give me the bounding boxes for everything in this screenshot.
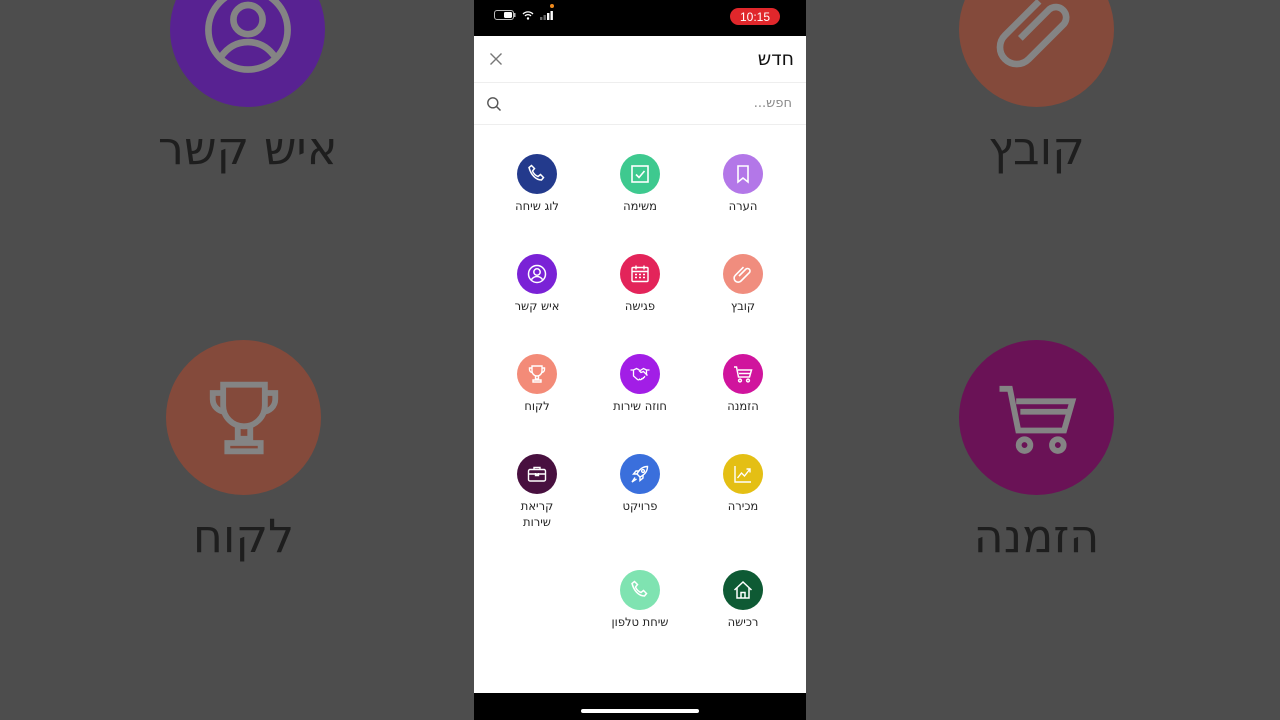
- house-icon: [723, 570, 763, 610]
- tile-label: פרויקט: [622, 499, 658, 513]
- background-customer-label: לקוח: [192, 509, 295, 563]
- trophy-icon: [517, 354, 557, 394]
- cart-icon: [723, 354, 763, 394]
- trophy-icon: [166, 340, 321, 495]
- background-contact-label: איש קשר: [158, 121, 338, 175]
- tile-label: לוג שיחה: [515, 199, 559, 213]
- checkbox-icon: [620, 154, 660, 194]
- handshake-icon: [620, 354, 660, 394]
- item-type-grid: הערה משימה לוג שיחה קובץ פגישה איש קשר ה…: [474, 36, 806, 693]
- calendar-icon: [620, 254, 660, 294]
- tile-service-contract[interactable]: חוזה שירות: [590, 354, 690, 414]
- tile-label: רכישה: [727, 615, 759, 629]
- privacy-indicator: [550, 4, 554, 8]
- battery-icon: [494, 10, 516, 20]
- status-bar: 10:15: [474, 0, 806, 36]
- phone-icon: [620, 570, 660, 610]
- tile-note[interactable]: הערה: [693, 154, 793, 214]
- tile-label: מכירה: [727, 499, 759, 513]
- bookmark-icon: [723, 154, 763, 194]
- tile-file[interactable]: קובץ: [693, 254, 793, 314]
- background-order-label: הזמנה: [973, 509, 1100, 563]
- paperclip-icon: [723, 254, 763, 294]
- tile-phone-call[interactable]: שיחת טלפון: [590, 570, 690, 630]
- tile-label: הזמנה: [727, 399, 759, 413]
- tile-label: פגישה: [624, 299, 656, 313]
- tile-order[interactable]: הזמנה: [693, 354, 793, 414]
- tile-label: קובץ: [730, 299, 756, 313]
- background-contact-tile: איש קשר: [158, 0, 337, 175]
- user-icon: [170, 0, 326, 107]
- rocket-icon: [620, 454, 660, 494]
- tile-project[interactable]: פרויקט: [590, 454, 690, 514]
- tile-purchase[interactable]: רכישה: [693, 570, 793, 630]
- new-item-sheet: חדש הערה משימה: [474, 36, 806, 693]
- tile-customer[interactable]: לקוח: [487, 354, 587, 414]
- tile-label: איש קשר: [514, 299, 560, 313]
- background-customer-tile: לקוח: [166, 340, 321, 563]
- tile-label: קריאת שירות: [520, 499, 554, 529]
- wifi-icon: [522, 11, 534, 20]
- tile-contact[interactable]: איש קשר: [487, 254, 587, 314]
- tile-label: הערה: [728, 199, 758, 213]
- tile-service-call[interactable]: קריאת שירות: [487, 454, 587, 530]
- home-indicator[interactable]: [581, 709, 699, 713]
- cart-icon: [959, 340, 1114, 495]
- user-icon: [517, 254, 557, 294]
- chart-up-icon: [723, 454, 763, 494]
- status-icons: [494, 10, 554, 20]
- paperclip-icon: [959, 0, 1114, 107]
- tile-label: משימה: [623, 199, 657, 213]
- signal-icon: [540, 11, 553, 20]
- tile-label: שיחת טלפון: [611, 615, 669, 629]
- phone-icon: [517, 154, 557, 194]
- tile-task[interactable]: משימה: [590, 154, 690, 214]
- tile-label: לקוח: [524, 399, 550, 413]
- briefcase-icon: [517, 454, 557, 494]
- background-order-tile: הזמנה: [959, 340, 1114, 563]
- tile-sale[interactable]: מכירה: [693, 454, 793, 514]
- tile-call-log[interactable]: לוג שיחה: [487, 154, 587, 214]
- background-file-label: קובץ: [988, 121, 1085, 175]
- phone-screen: 10:15 חדש הערה: [474, 0, 806, 720]
- tile-label: חוזה שירות: [613, 399, 667, 413]
- background-file-tile: קובץ: [959, 0, 1114, 175]
- status-time: 10:15: [730, 8, 780, 25]
- tile-meeting[interactable]: פגישה: [590, 254, 690, 314]
